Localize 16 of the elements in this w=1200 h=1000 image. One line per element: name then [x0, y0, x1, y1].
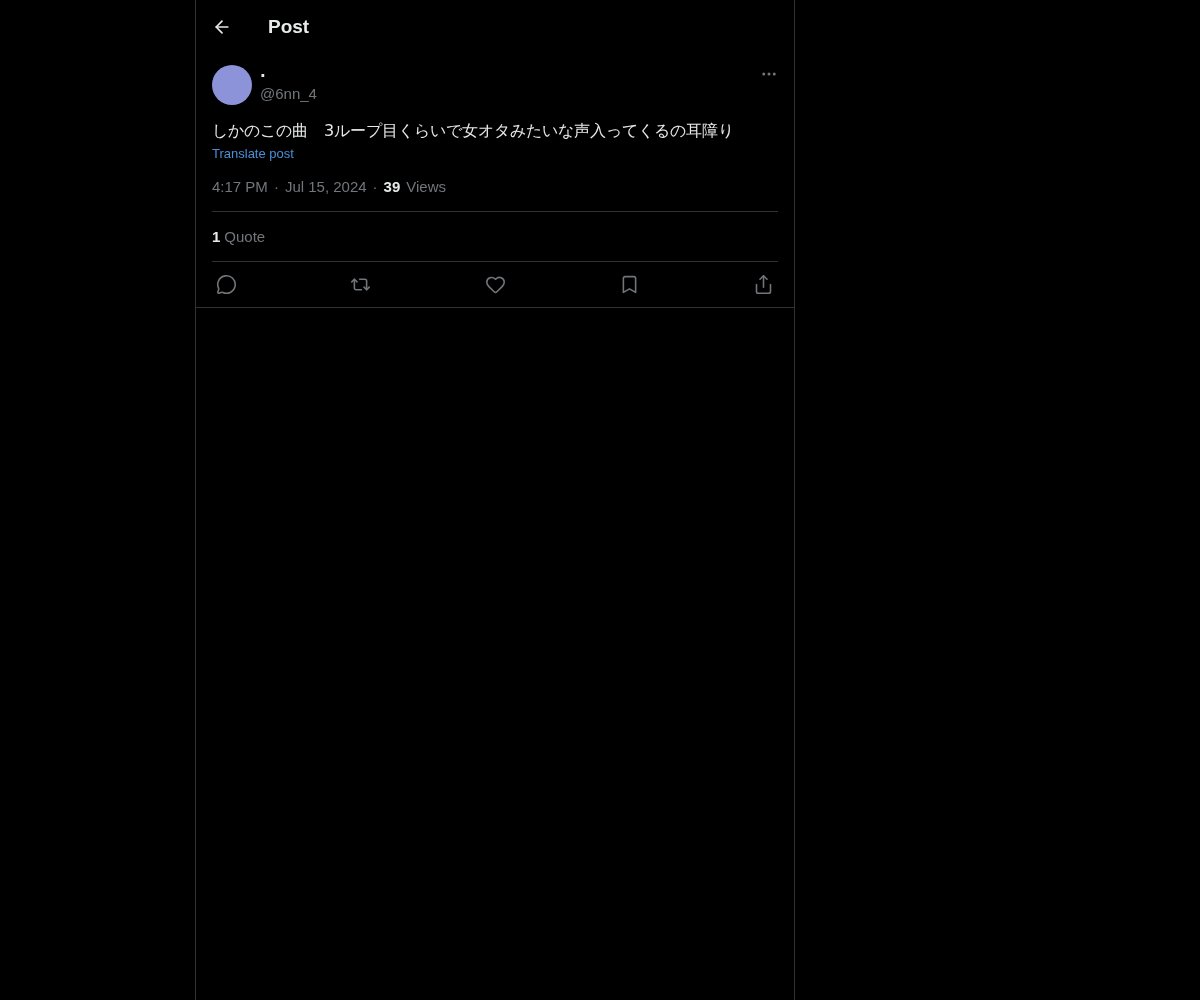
- quote-stat-link[interactable]: 1 Quote: [212, 228, 266, 245]
- views-count: 39: [383, 178, 401, 195]
- page-title: Post: [268, 16, 310, 38]
- post-time[interactable]: 4:17 PM: [212, 178, 268, 195]
- display-name: ·: [260, 67, 267, 85]
- separator-dot: ·: [372, 178, 378, 195]
- avatar[interactable]: [212, 65, 252, 105]
- post-text: しかのこの曲 3ループ目くらいで女オタみたいな声入ってくるの耳障り: [212, 120, 736, 142]
- reply-icon[interactable]: [216, 274, 237, 295]
- separator-dot: ·: [273, 178, 279, 195]
- translate-link[interactable]: Translate post: [212, 146, 294, 161]
- post-date[interactable]: Jul 15, 2024: [284, 178, 367, 195]
- views-label: Views: [406, 178, 447, 195]
- share-icon[interactable]: [753, 274, 774, 295]
- like-icon[interactable]: [484, 274, 506, 295]
- user-handle: @6nn_4: [260, 85, 318, 103]
